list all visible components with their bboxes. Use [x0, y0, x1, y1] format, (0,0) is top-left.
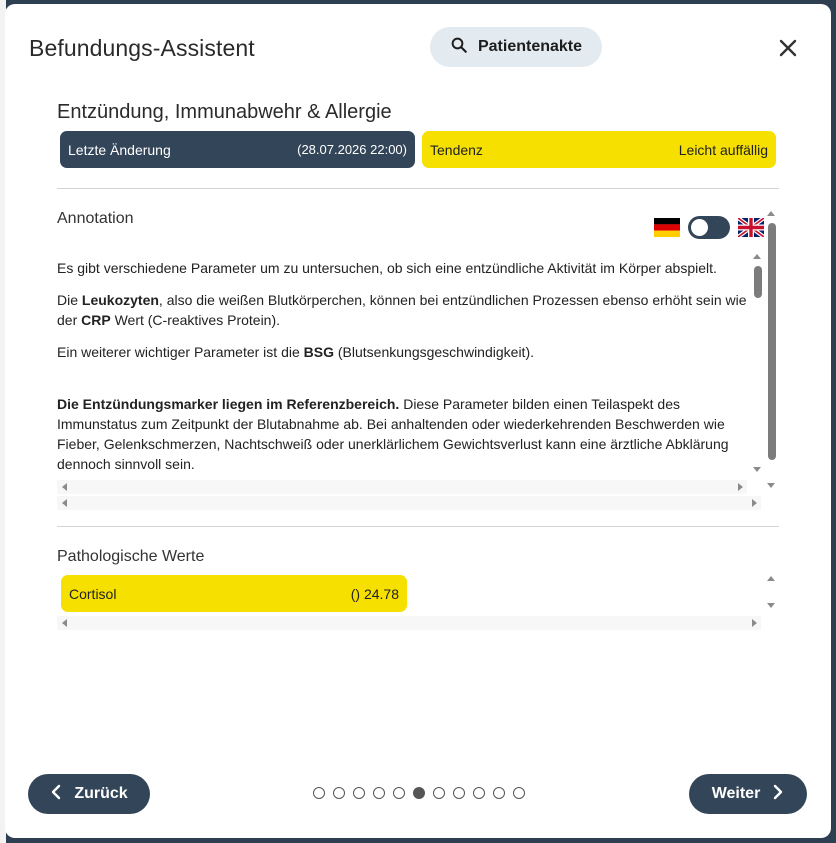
back-label: Zurück	[74, 785, 128, 802]
annotation-paragraph: Die Leukozyten, also die weißen Blutkörp…	[57, 292, 747, 328]
inner-scroll-down-icon[interactable]	[753, 467, 761, 472]
assistant-modal: Befundungs-Assistent Patientenakte Entzü…	[5, 4, 831, 838]
inner-horizontal-scrollbar[interactable]	[57, 480, 747, 494]
back-button[interactable]: Zurück	[28, 774, 150, 814]
annotation-label: Annotation	[57, 210, 134, 227]
patho-scroll-right-icon[interactable]	[752, 619, 757, 627]
uk-flag-icon[interactable]	[736, 216, 766, 239]
patho-scroll-down-icon[interactable]	[767, 603, 775, 608]
patho-scroll-up-icon[interactable]	[767, 576, 775, 581]
outer-horizontal-scrollbar[interactable]	[57, 496, 761, 510]
outer-scroll-left-icon[interactable]	[62, 499, 67, 507]
close-button[interactable]	[775, 35, 801, 61]
step-dot[interactable]	[453, 787, 465, 799]
section-title: Entzündung, Immunabwehr & Allergie	[57, 101, 392, 123]
step-dot[interactable]	[433, 787, 445, 799]
divider	[57, 188, 779, 189]
patient-record-button[interactable]: Patientenakte	[430, 27, 602, 67]
step-dot[interactable]	[513, 787, 525, 799]
outer-scroll-down-icon[interactable]	[767, 483, 775, 488]
step-dot[interactable]	[353, 787, 365, 799]
chevron-right-icon	[772, 784, 784, 805]
step-dot[interactable]	[413, 787, 425, 799]
next-label: Weiter	[711, 785, 761, 802]
trend-label: Tendenz	[430, 141, 483, 158]
annotation-paragraph: Die Entzündungsmarker liegen im Referenz…	[57, 396, 729, 472]
step-dot[interactable]	[333, 787, 345, 799]
last-change-badge: Letzte Änderung (28.07.2026 22:00)	[60, 131, 415, 168]
german-flag-icon[interactable]	[654, 218, 680, 237]
patient-record-label: Patientenakte	[477, 38, 583, 55]
outer-scroll-up-icon[interactable]	[767, 211, 775, 216]
inner-scrollbar-thumb[interactable]	[754, 266, 762, 298]
step-indicator	[313, 787, 525, 799]
parameter-value: () 24.78	[350, 585, 399, 602]
trend-value: Leicht auffällig	[678, 141, 768, 158]
annotation-paragraph: Ein weiterer wichtiger Parameter ist die…	[57, 344, 534, 360]
annotation-paragraph: Es gibt verschiedene Parameter um zu unt…	[57, 260, 717, 276]
inner-scroll-right-icon[interactable]	[738, 483, 743, 491]
pathological-value-item[interactable]: Cortisol () 24.78	[61, 575, 407, 612]
pathological-values-label: Pathologische Werte	[57, 548, 205, 565]
parameter-name: Cortisol	[69, 585, 117, 602]
step-dot[interactable]	[373, 787, 385, 799]
patho-scroll-left-icon[interactable]	[62, 619, 67, 627]
outer-scroll-right-icon[interactable]	[752, 499, 757, 507]
close-icon	[775, 39, 801, 64]
patho-horizontal-scrollbar[interactable]	[57, 616, 761, 630]
next-button[interactable]: Weiter	[689, 774, 807, 814]
chevron-left-icon	[50, 784, 62, 805]
step-dot[interactable]	[473, 787, 485, 799]
inner-scroll-up-icon[interactable]	[753, 254, 761, 259]
toggle-knob	[691, 219, 708, 236]
modal-title: Befundungs-Assistent	[29, 35, 255, 61]
inner-scroll-left-icon[interactable]	[62, 483, 67, 491]
outer-scrollbar-thumb[interactable]	[768, 223, 776, 460]
language-toggle[interactable]	[688, 216, 730, 239]
search-icon	[450, 36, 468, 59]
annotation-text: Es gibt verschiedene Parameter um zu unt…	[57, 258, 757, 484]
divider	[57, 526, 779, 527]
step-dot[interactable]	[393, 787, 405, 799]
step-dot[interactable]	[493, 787, 505, 799]
last-change-value: (28.07.2026 22:00)	[297, 142, 407, 157]
step-dot[interactable]	[313, 787, 325, 799]
last-change-label: Letzte Änderung	[68, 141, 171, 158]
trend-badge: Tendenz Leicht auffällig	[422, 131, 776, 168]
